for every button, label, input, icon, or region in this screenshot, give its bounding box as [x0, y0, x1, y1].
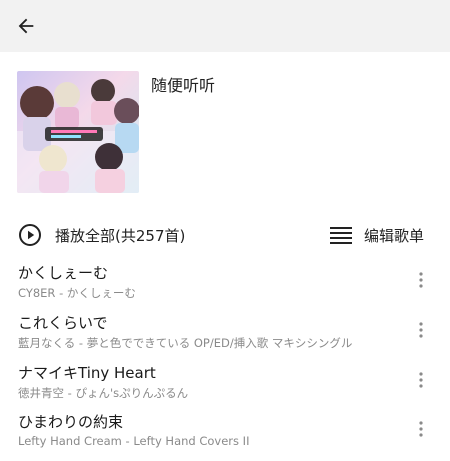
edit-playlist-button[interactable]: 编辑歌单 [329, 220, 424, 250]
play-circle-icon [19, 224, 41, 246]
more-vertical-icon [419, 421, 423, 437]
song-title: これくらいで [18, 314, 108, 332]
action-row: 播放全部(共257首) 编辑歌单 [0, 218, 450, 252]
top-app-bar [0, 0, 450, 52]
more-options-button[interactable] [412, 368, 430, 392]
edit-playlist-label: 编辑歌单 [363, 226, 424, 245]
play-all-label: 播放全部(共257首) [55, 226, 186, 245]
song-subtitle: CY8ER - かくしぇーむ [18, 286, 136, 300]
more-options-button[interactable] [412, 318, 430, 342]
playlist-cover[interactable] [17, 71, 139, 193]
playlist-title: 随便听听 [151, 76, 216, 95]
song-item[interactable]: これくらいで 藍月なくる - 夢と色でできている OP/ED/挿入歌 マキシシン… [0, 312, 450, 362]
more-options-button[interactable] [412, 417, 430, 441]
song-title: ナマイキTiny Heart [18, 364, 156, 382]
song-title: ひまわりの約束 [18, 413, 124, 431]
song-subtitle: Lefty Hand Cream - Lefty Hand Covers II [18, 434, 250, 448]
back-button[interactable] [10, 10, 42, 42]
song-item[interactable]: かくしぇーむ CY8ER - かくしぇーむ [0, 262, 450, 312]
album-art [17, 71, 139, 193]
song-subtitle: 徳井青空 - ぴょん'sぷりんぷるん [18, 386, 189, 400]
list-icon [329, 227, 352, 244]
arrow-left-icon [18, 18, 34, 34]
more-vertical-icon [419, 272, 423, 288]
song-title: かくしぇーむ [18, 264, 109, 282]
more-options-button[interactable] [412, 268, 430, 292]
song-item[interactable]: ナマイキTiny Heart 徳井青空 - ぴょん'sぷりんぷるん [0, 362, 450, 412]
play-all-button[interactable]: 播放全部(共257首) [18, 220, 185, 250]
song-subtitle: 藍月なくる - 夢と色でできている OP/ED/挿入歌 マキシシングル [18, 336, 353, 350]
more-vertical-icon [419, 372, 423, 388]
more-vertical-icon [419, 322, 423, 338]
song-item[interactable]: ひまわりの約束 Lefty Hand Cream - Lefty Hand Co… [0, 411, 450, 461]
